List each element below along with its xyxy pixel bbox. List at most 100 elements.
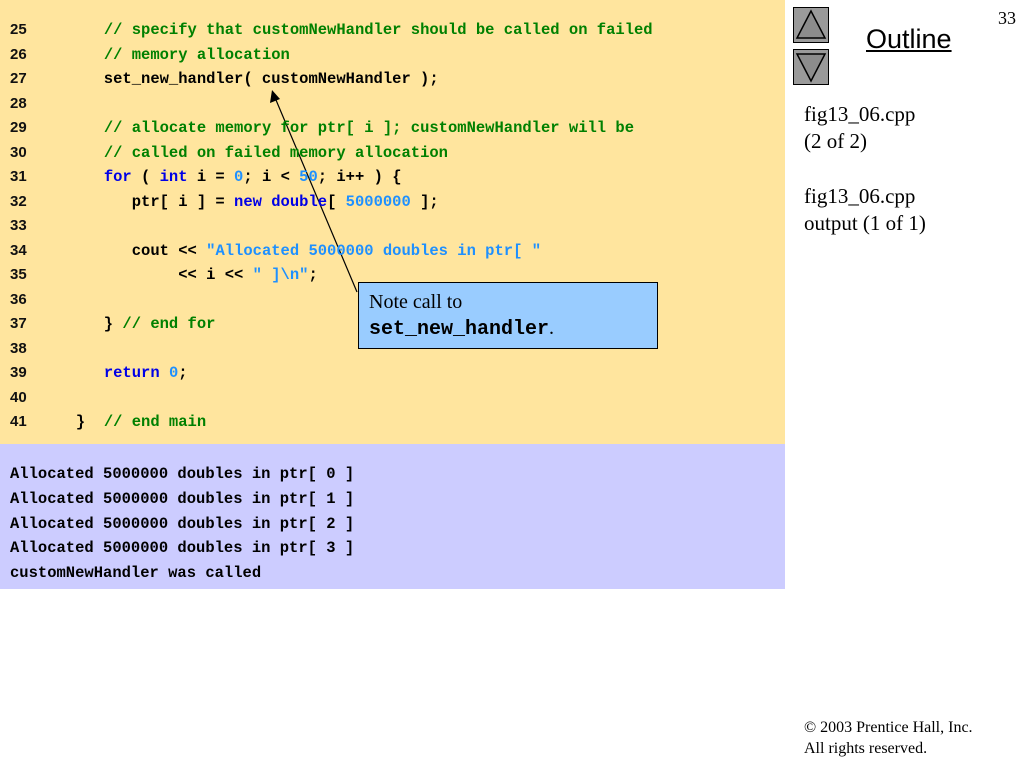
code-token: int — [159, 168, 188, 186]
code-line: 31 for ( int i = 0; i < 50; i++ ) { — [0, 165, 785, 189]
code-token: ; — [308, 266, 318, 284]
code-token: new — [234, 192, 262, 211]
code-token: double — [271, 192, 328, 211]
code-line: 34 cout << "Allocated 5000000 doubles in… — [0, 239, 785, 263]
side-note-output-part: output (1 of 1) — [804, 211, 926, 235]
code-line: 32 ptr[ i ] = new double[ 5000000 ]; — [0, 190, 785, 214]
page-number: 33 — [998, 8, 1016, 28]
code-token: << i << — [48, 266, 253, 284]
side-note-part: (2 of 2) — [804, 129, 867, 153]
code-token: 5000000 — [345, 192, 411, 211]
code-token: // specify that customNewHandler should … — [103, 21, 653, 39]
output-line: Allocated 5000000 doubles in ptr[ 1 ] — [10, 489, 355, 508]
code-token: return — [103, 364, 160, 382]
code-line: 39 return 0; — [0, 361, 785, 385]
line-number: 34 — [10, 241, 27, 259]
line-number: 27 — [10, 70, 27, 87]
callout-suffix: . — [549, 317, 555, 339]
line-number: 41 — [10, 413, 27, 430]
previous-slide-button[interactable] — [793, 7, 829, 43]
code-token: [ — [327, 192, 346, 211]
code-line: 25 // specify that customNewHandler shou… — [0, 18, 785, 42]
line-number: 30 — [10, 143, 27, 161]
code-token: set_new_handler( customNewHandler ); — [48, 70, 439, 88]
code-text: << i << " ]\n"; — [48, 263, 318, 287]
line-number: 35 — [10, 266, 27, 283]
callout-code: set_new_handler — [369, 318, 550, 341]
code-token: "Allocated 5000000 doubles in ptr[ " — [206, 241, 541, 260]
copyright-line-1: © 2003 Prentice Hall, Inc. — [804, 719, 973, 736]
line-number: 25 — [10, 21, 27, 38]
line-number: 40 — [10, 388, 27, 406]
code-token: ; — [178, 364, 188, 382]
code-token: 0 — [168, 364, 179, 382]
code-line: 29 // allocate memory for ptr[ i ]; cust… — [0, 116, 785, 140]
code-text: set_new_handler( customNewHandler ); — [48, 67, 439, 91]
next-slide-button[interactable] — [793, 49, 829, 85]
program-output: Allocated 5000000 doubles in ptr[ 0 ] All… — [0, 444, 785, 589]
code-token: ; i++ ) { — [317, 168, 402, 186]
code-line: 26 // memory allocation — [0, 43, 785, 67]
code-token: // memory allocation — [103, 45, 290, 64]
triangle-down-icon — [795, 53, 827, 83]
code-text: // allocate memory for ptr[ i ]; customN… — [48, 116, 634, 140]
code-text: // called on failed memory allocation — [48, 141, 448, 165]
output-line: Allocated 5000000 doubles in ptr[ 0 ] — [10, 465, 355, 483]
output-line: customNewHandler was called — [10, 564, 262, 583]
code-token: " ]\n" — [252, 266, 309, 284]
code-text: for ( int i = 0; i < 50; i++ ) { — [48, 165, 402, 189]
code-line: 30 // called on failed memory allocation — [0, 141, 785, 165]
line-number: 38 — [10, 339, 27, 357]
code-token: cout << — [48, 241, 207, 260]
side-note-file: fig13_06.cpp — [804, 102, 916, 126]
code-text: ptr[ i ] = new double[ 5000000 ]; — [48, 190, 439, 214]
code-token: // allocate memory for ptr[ i ]; customN… — [103, 119, 634, 137]
code-token: 0 — [234, 168, 244, 186]
code-token: // end for — [122, 315, 216, 333]
copyright: © 2003 Prentice Hall, Inc. All rights re… — [804, 717, 973, 759]
code-token: ptr[ i ] = — [48, 192, 235, 211]
code-line: 41 } // end main — [0, 410, 785, 434]
callout-text: Note call to — [369, 291, 463, 313]
code-line: 28 — [0, 92, 785, 116]
line-number: 31 — [10, 168, 27, 185]
copyright-line-2: All rights reserved. — [804, 740, 928, 757]
code-token: ( — [131, 168, 160, 186]
line-number: 29 — [10, 119, 27, 136]
code-token: } — [48, 315, 123, 333]
code-line: 40 — [0, 386, 785, 410]
code-text: } // end for — [48, 312, 216, 336]
code-listing: 25 // specify that customNewHandler shou… — [0, 0, 785, 444]
outline-link[interactable]: Outline — [866, 24, 952, 55]
line-number: 26 — [10, 45, 27, 63]
code-text: } // end main — [48, 410, 206, 434]
line-number: 28 — [10, 94, 27, 112]
code-token: } — [48, 413, 104, 431]
code-text: // memory allocation — [48, 43, 290, 67]
triangle-up-icon — [795, 9, 827, 39]
line-number: 39 — [10, 364, 27, 381]
code-token: ; i < — [243, 168, 300, 186]
line-number: 33 — [10, 217, 27, 234]
callout-note: Note call to set_new_handler. — [358, 282, 658, 349]
code-token: ]; — [410, 192, 439, 211]
code-text: // specify that customNewHandler should … — [48, 18, 653, 42]
code-token: // end main — [103, 413, 207, 431]
output-line: Allocated 5000000 doubles in ptr[ 2 ] — [10, 514, 355, 533]
output-line: Allocated 5000000 doubles in ptr[ 3 ] — [10, 539, 355, 558]
code-token: i = — [187, 168, 235, 186]
line-number: 37 — [10, 315, 27, 332]
code-token: 50 — [299, 168, 318, 186]
side-note-file-output: fig13_06.cpp — [804, 184, 916, 208]
code-token: for — [103, 168, 132, 186]
line-number: 36 — [10, 290, 27, 308]
code-text: return 0; — [48, 361, 188, 385]
